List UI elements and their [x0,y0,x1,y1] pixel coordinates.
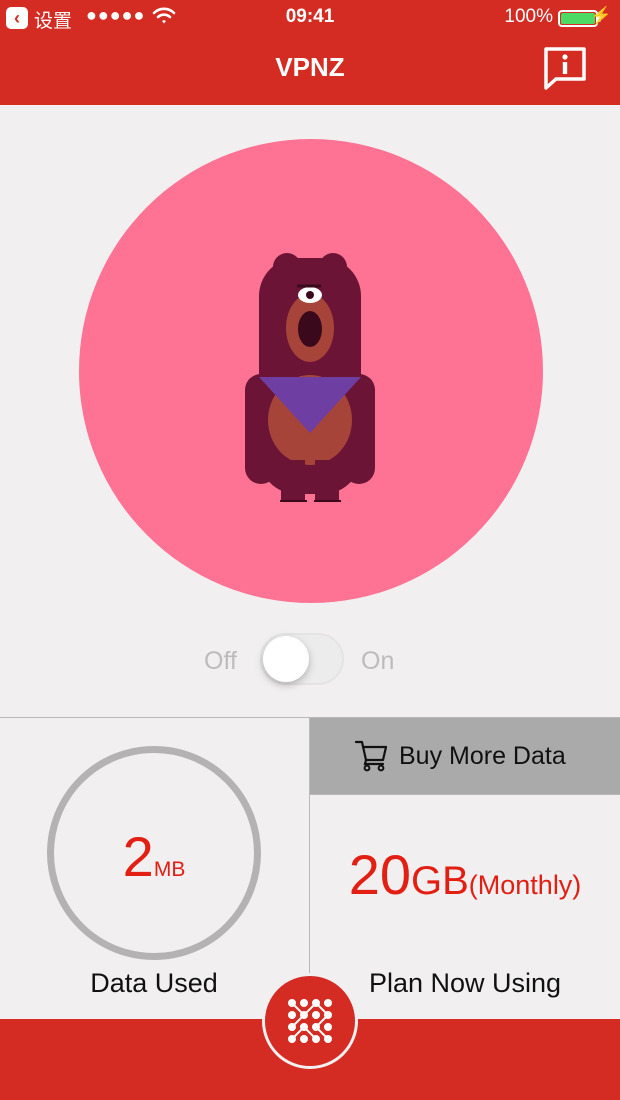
info-button[interactable] [542,46,588,92]
plan-value: 20GB(Monthly) [310,842,620,907]
server-select-button[interactable] [262,973,358,1069]
plan-number: 20 [348,843,411,906]
plan-unit: GB [410,859,469,903]
charging-bolt-icon: ⚡ [590,6,612,25]
bear-mascot-icon [245,253,375,502]
vpn-toggle-row: Off On [0,630,620,690]
battery-percent: 100% [504,6,553,27]
plan-label: Plan Now Using [368,968,562,998]
app-title: VPNZ [275,52,345,82]
data-used-label: Data Used [90,968,218,998]
status-bar: ‹ 设置 ●●●●● 09:41 100% ⚡ [0,0,620,36]
plan-period: (Monthly) [468,870,582,900]
toggle-knob[interactable] [263,636,309,682]
plan-divider [310,794,620,795]
info-speech-bubble-icon [544,47,586,90]
data-used-unit: MB [153,858,186,881]
toggle-on-label: On [361,647,395,675]
server-grid-icon [288,999,332,1043]
buy-more-data-label: Buy More Data [399,742,566,770]
toggle-off-label: Off [204,647,237,675]
buy-more-data-button[interactable]: Buy More Data [310,718,620,794]
vpn-toggle-switch[interactable] [260,633,344,685]
cart-icon [354,740,388,772]
data-used-value: 2MB [0,824,308,889]
data-used-number: 2 [122,825,154,888]
vpn-status-area: Off On [0,105,620,717]
